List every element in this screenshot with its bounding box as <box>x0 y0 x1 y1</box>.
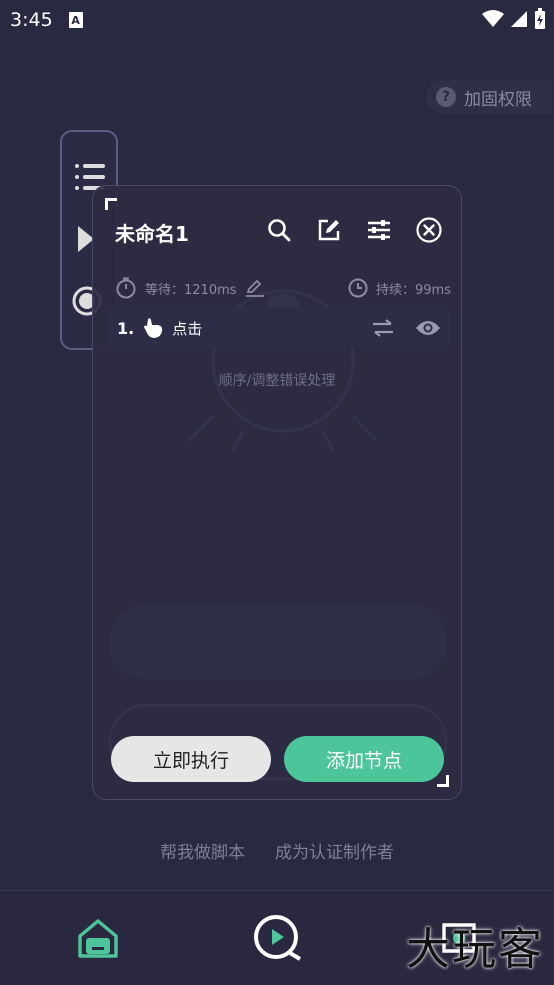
watermark-logo: 大玩客 <box>406 924 544 975</box>
battery-icon <box>535 8 545 29</box>
play-circle-icon <box>254 915 302 961</box>
resize-handle-top-left[interactable] <box>105 198 117 210</box>
eye-icon[interactable] <box>415 319 441 337</box>
nav-home[interactable] <box>73 913 123 963</box>
wifi-icon <box>482 10 504 27</box>
script-title[interactable]: 未命名1 <box>115 218 189 247</box>
close-icon[interactable] <box>415 216 443 244</box>
node-number: 1. <box>117 318 135 338</box>
home-icon <box>78 919 118 958</box>
tap-hand-icon <box>144 318 163 338</box>
wait-time-label: 等待：1210ms <box>145 282 237 298</box>
bottom-navigation: 大玩客 <box>0 890 554 985</box>
clock-icon <box>348 278 368 298</box>
permission-button[interactable]: ? 加固权限 <box>426 80 552 114</box>
order-hint: 顺序/调整错误处理 <box>218 373 336 389</box>
footer-links: 帮我做脚本 成为认证制作者 <box>0 838 554 863</box>
notification-icon: A <box>68 12 83 28</box>
status-bar: 3:45 A <box>0 0 554 40</box>
run-now-button[interactable]: 立即执行 <box>111 736 271 782</box>
duration-label: 持续：99ms <box>376 282 451 298</box>
stopwatch-icon <box>116 277 136 299</box>
swap-icon[interactable] <box>371 318 395 338</box>
become-author-link[interactable]: 成为认证制作者 <box>275 838 394 863</box>
permission-label: 加固权限 <box>464 89 532 110</box>
background-start-button <box>109 604 447 680</box>
help-make-script-link[interactable]: 帮我做脚本 <box>160 838 245 863</box>
question-icon: ? <box>436 87 456 107</box>
search-icon[interactable] <box>265 216 293 244</box>
resize-handle-bottom-right[interactable] <box>437 775 449 787</box>
edit-icon[interactable] <box>315 216 343 244</box>
timing-row: 等待：1210ms 持续：99ms <box>115 276 451 300</box>
status-time: 3:45 <box>10 9 53 31</box>
signal-icon <box>511 11 527 27</box>
nav-play[interactable] <box>252 913 302 963</box>
status-icons <box>482 8 546 30</box>
edit-wait-icon[interactable] <box>245 279 265 297</box>
script-editor-panel: 未命名1 等待：1210ms 持续：99ms 1. 点击 顺序/调整错误处理 立… <box>92 185 462 800</box>
node-item[interactable]: 1. 点击 <box>105 308 451 348</box>
add-node-button[interactable]: 添加节点 <box>284 736 444 782</box>
node-label: 点击 <box>172 319 203 338</box>
panel-toolbar <box>265 216 443 244</box>
settings-sliders-icon[interactable] <box>365 216 393 244</box>
